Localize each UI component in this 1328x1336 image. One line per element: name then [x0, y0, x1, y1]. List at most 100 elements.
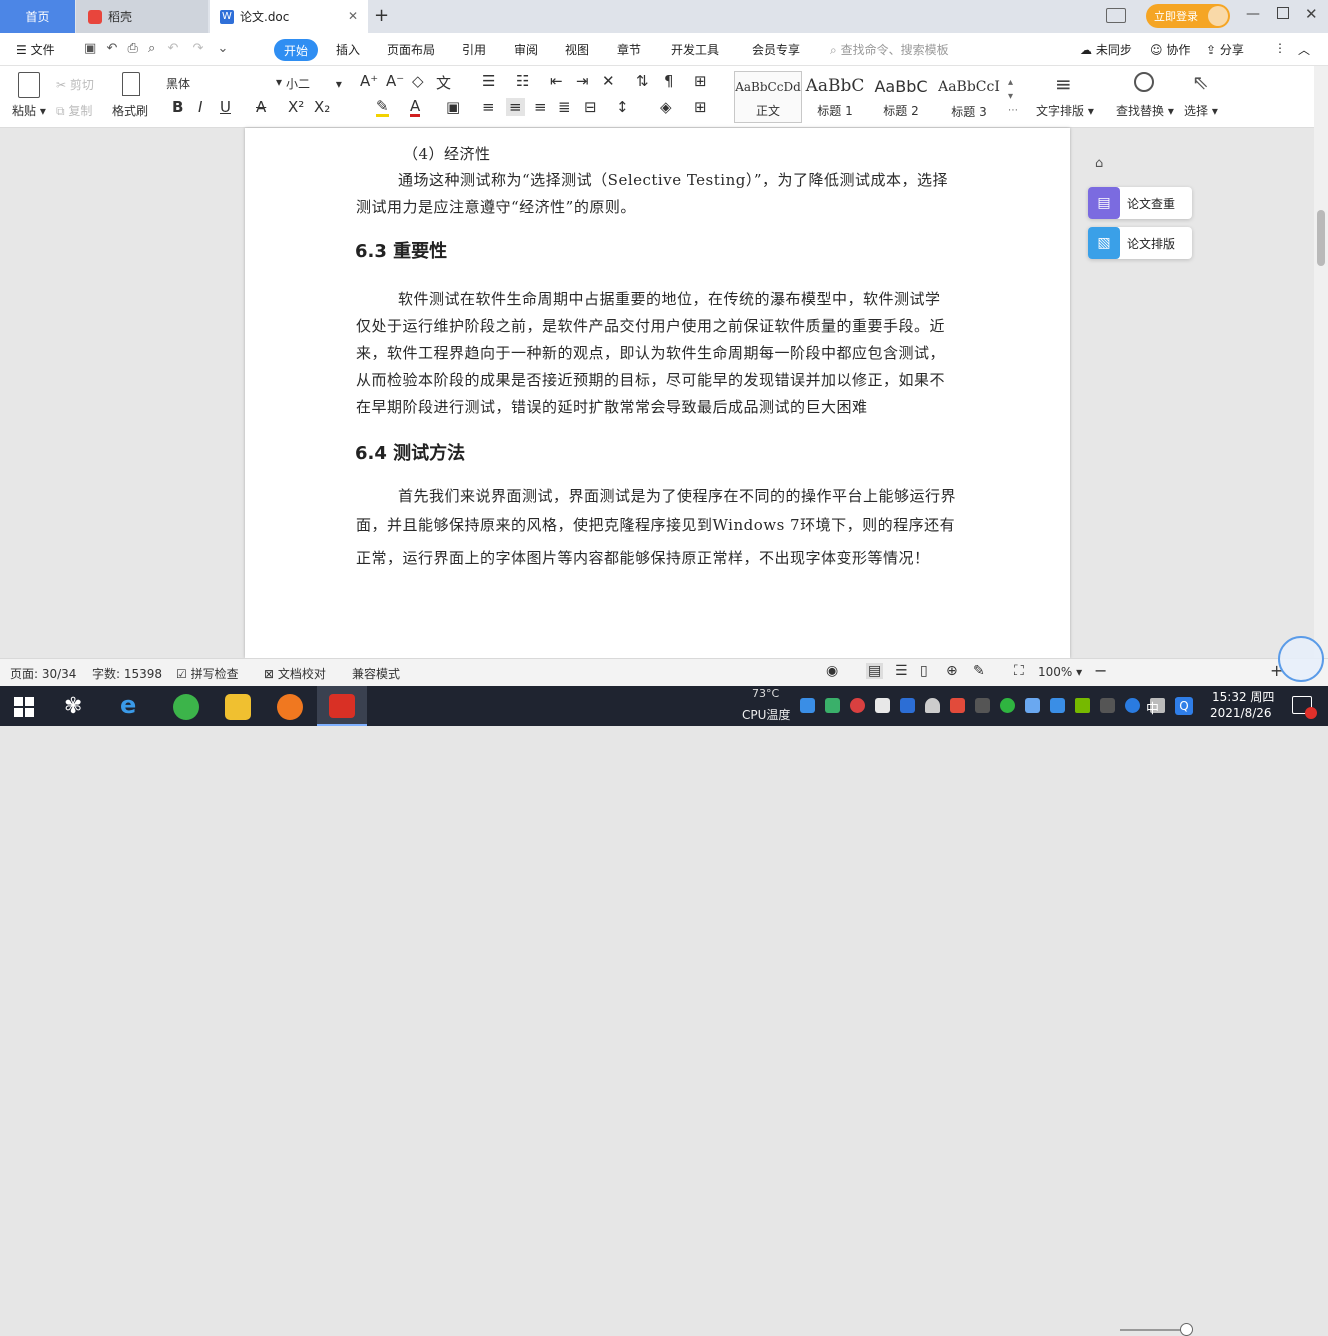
- media-app-icon[interactable]: [277, 694, 303, 720]
- sync-button[interactable]: ☁ 未同步: [1080, 41, 1132, 58]
- decrease-indent-icon[interactable]: ⇤: [550, 72, 563, 90]
- clock-time[interactable]: 15:32 周四: [1212, 688, 1274, 705]
- tab-review[interactable]: 审阅: [514, 41, 538, 58]
- char-border-icon[interactable]: ▣: [446, 98, 460, 116]
- tray-app-icon[interactable]: [825, 698, 840, 713]
- shield-icon[interactable]: [900, 698, 915, 713]
- ie-browser-icon[interactable]: e: [120, 691, 136, 719]
- windows-start-icon[interactable]: [14, 697, 34, 717]
- side-panel-collapse-icon[interactable]: ⌂: [1095, 156, 1103, 171]
- format-painter-button[interactable]: 格式刷: [112, 102, 148, 119]
- tab-references[interactable]: 引用: [462, 41, 486, 58]
- shrink-font-icon[interactable]: A⁻: [386, 72, 404, 90]
- quick-access-toolbar[interactable]: ▣ ↶ ⎙ ⌕ ↶ ↷ ⌄: [84, 41, 228, 56]
- styles-scroll[interactable]: ▴ ▾ ⋯: [1008, 76, 1018, 118]
- sort-icon[interactable]: ⇅: [636, 72, 649, 90]
- align-center-icon[interactable]: ≡: [506, 98, 525, 116]
- page-counter[interactable]: 页面: 30/34: [10, 665, 76, 682]
- tab-home[interactable]: 首页: [0, 0, 75, 33]
- zoom-out-button[interactable]: −: [1094, 661, 1107, 680]
- highlight-icon[interactable]: ✎: [376, 98, 389, 117]
- text-layout-button[interactable]: 文字排版 ▾: [1036, 102, 1094, 119]
- tab-view[interactable]: 视图: [565, 41, 589, 58]
- magnifier-icon[interactable]: [1134, 72, 1154, 92]
- collab-button[interactable]: ☺ 协作: [1150, 41, 1190, 58]
- italic-icon[interactable]: I: [198, 98, 202, 116]
- zoom-slider-handle[interactable]: [1180, 1323, 1193, 1336]
- text-layout-icon[interactable]: ≡: [1055, 72, 1072, 96]
- command-search[interactable]: ⌕ 查找命令、搜索模板: [830, 41, 949, 58]
- vertical-scrollbar[interactable]: [1314, 66, 1328, 658]
- reading-view-icon[interactable]: ▯: [920, 663, 928, 679]
- bluetooth-icon[interactable]: [1125, 698, 1140, 713]
- preview-icon[interactable]: ⌕: [148, 41, 155, 56]
- clear-format-icon[interactable]: ◇: [412, 72, 424, 90]
- font-color-icon[interactable]: A: [410, 98, 421, 117]
- more-icon[interactable]: ⋮: [1274, 41, 1286, 55]
- nvidia-icon[interactable]: [1075, 698, 1090, 713]
- clock-date[interactable]: 2021/8/26: [1210, 706, 1272, 720]
- layout-icon[interactable]: [1106, 8, 1126, 23]
- tray-app-icon[interactable]: [850, 698, 865, 713]
- file-menu[interactable]: ☰ 文件: [16, 41, 55, 58]
- eye-protection-icon[interactable]: ◉: [826, 663, 838, 679]
- tab-insert[interactable]: 插入: [336, 41, 360, 58]
- distribute-icon[interactable]: ⊟: [584, 98, 597, 116]
- tab-member[interactable]: 会员专享: [752, 41, 800, 58]
- close-tab-icon[interactable]: ✕: [348, 9, 358, 23]
- style-heading-1[interactable]: AaBbC 标题 1: [802, 71, 868, 123]
- tab-page-layout[interactable]: 页面布局: [387, 41, 435, 58]
- tab-start[interactable]: 开始: [274, 39, 318, 61]
- shading-icon[interactable]: ◈: [660, 98, 672, 116]
- font-size-select[interactable]: 小二 ▾: [286, 75, 342, 92]
- write-mode-icon[interactable]: ✎: [973, 663, 985, 679]
- web-view-icon[interactable]: ⊕: [946, 663, 958, 679]
- minimize-button[interactable]: —: [1246, 6, 1260, 22]
- tray-app-icon[interactable]: [1050, 698, 1065, 713]
- wps-taskbar-item[interactable]: [317, 686, 367, 726]
- scroll-thumb[interactable]: [1317, 210, 1325, 266]
- paintbrush-icon[interactable]: [122, 72, 140, 96]
- style-heading-3[interactable]: AaBbCcI 标题 3: [934, 71, 1004, 123]
- copy-button[interactable]: ⧉ 复制: [56, 102, 92, 119]
- share-button[interactable]: ⇪ 分享: [1206, 41, 1244, 58]
- clipboard-icon[interactable]: [18, 72, 40, 98]
- tray-app-icon[interactable]: [800, 698, 815, 713]
- tab-ruler-icon[interactable]: ⊞: [694, 72, 707, 90]
- login-button[interactable]: 立即登录: [1146, 4, 1230, 28]
- pinwheel-app-icon[interactable]: ✾: [64, 694, 82, 719]
- tray-app-icon[interactable]: [950, 698, 965, 713]
- tray-app-icon[interactable]: [875, 698, 890, 713]
- close-window-button[interactable]: ✕: [1305, 5, 1318, 23]
- style-normal[interactable]: AaBbCcDd 正文: [734, 71, 802, 123]
- print-icon[interactable]: ⎙: [127, 41, 137, 56]
- tab-document[interactable]: W 论文.doc ✕: [210, 0, 368, 33]
- phonetic-icon[interactable]: 文: [436, 72, 451, 93]
- proofread-button[interactable]: ⊠ 文档校对: [264, 665, 326, 682]
- document-page[interactable]: （4）经济性 通场这种测试称为“选择测试（Selective Testing）”…: [245, 128, 1070, 658]
- align-right-icon[interactable]: ≡: [534, 98, 547, 116]
- bullet-list-icon[interactable]: ☰: [482, 72, 495, 90]
- tray-app-icon[interactable]: [1100, 698, 1115, 713]
- paragraph-mark-icon[interactable]: ¶: [664, 72, 674, 90]
- thesis-layout-button[interactable]: ▧ 论文排版: [1088, 227, 1192, 259]
- undo-quick-icon[interactable]: ↶: [106, 41, 117, 56]
- 360-browser-icon[interactable]: [173, 694, 199, 720]
- find-replace-button[interactable]: 查找替换 ▾: [1116, 102, 1174, 119]
- tab-daoke[interactable]: 稻壳: [76, 0, 208, 33]
- tab-developer[interactable]: 开发工具: [671, 41, 719, 58]
- tray-app-icon[interactable]: [1025, 698, 1040, 713]
- select-button[interactable]: 选择 ▾: [1184, 102, 1218, 119]
- thesis-check-button[interactable]: ▤ 论文查重: [1088, 187, 1192, 219]
- grow-font-icon[interactable]: A⁺: [360, 72, 378, 90]
- outline-view-icon[interactable]: ☰: [895, 663, 908, 679]
- page-view-icon[interactable]: ▤: [866, 663, 884, 679]
- bold-icon[interactable]: B: [172, 98, 183, 116]
- align-left-icon[interactable]: ≡: [482, 98, 495, 116]
- chinese-layout-icon[interactable]: ✕: [602, 72, 615, 90]
- redo-icon[interactable]: ↷: [193, 41, 204, 56]
- cursor-icon[interactable]: ⇖: [1192, 70, 1209, 94]
- underline-icon[interactable]: U: [220, 98, 231, 116]
- save-icon[interactable]: ▣: [84, 41, 96, 56]
- strikethrough-icon[interactable]: A: [256, 98, 266, 116]
